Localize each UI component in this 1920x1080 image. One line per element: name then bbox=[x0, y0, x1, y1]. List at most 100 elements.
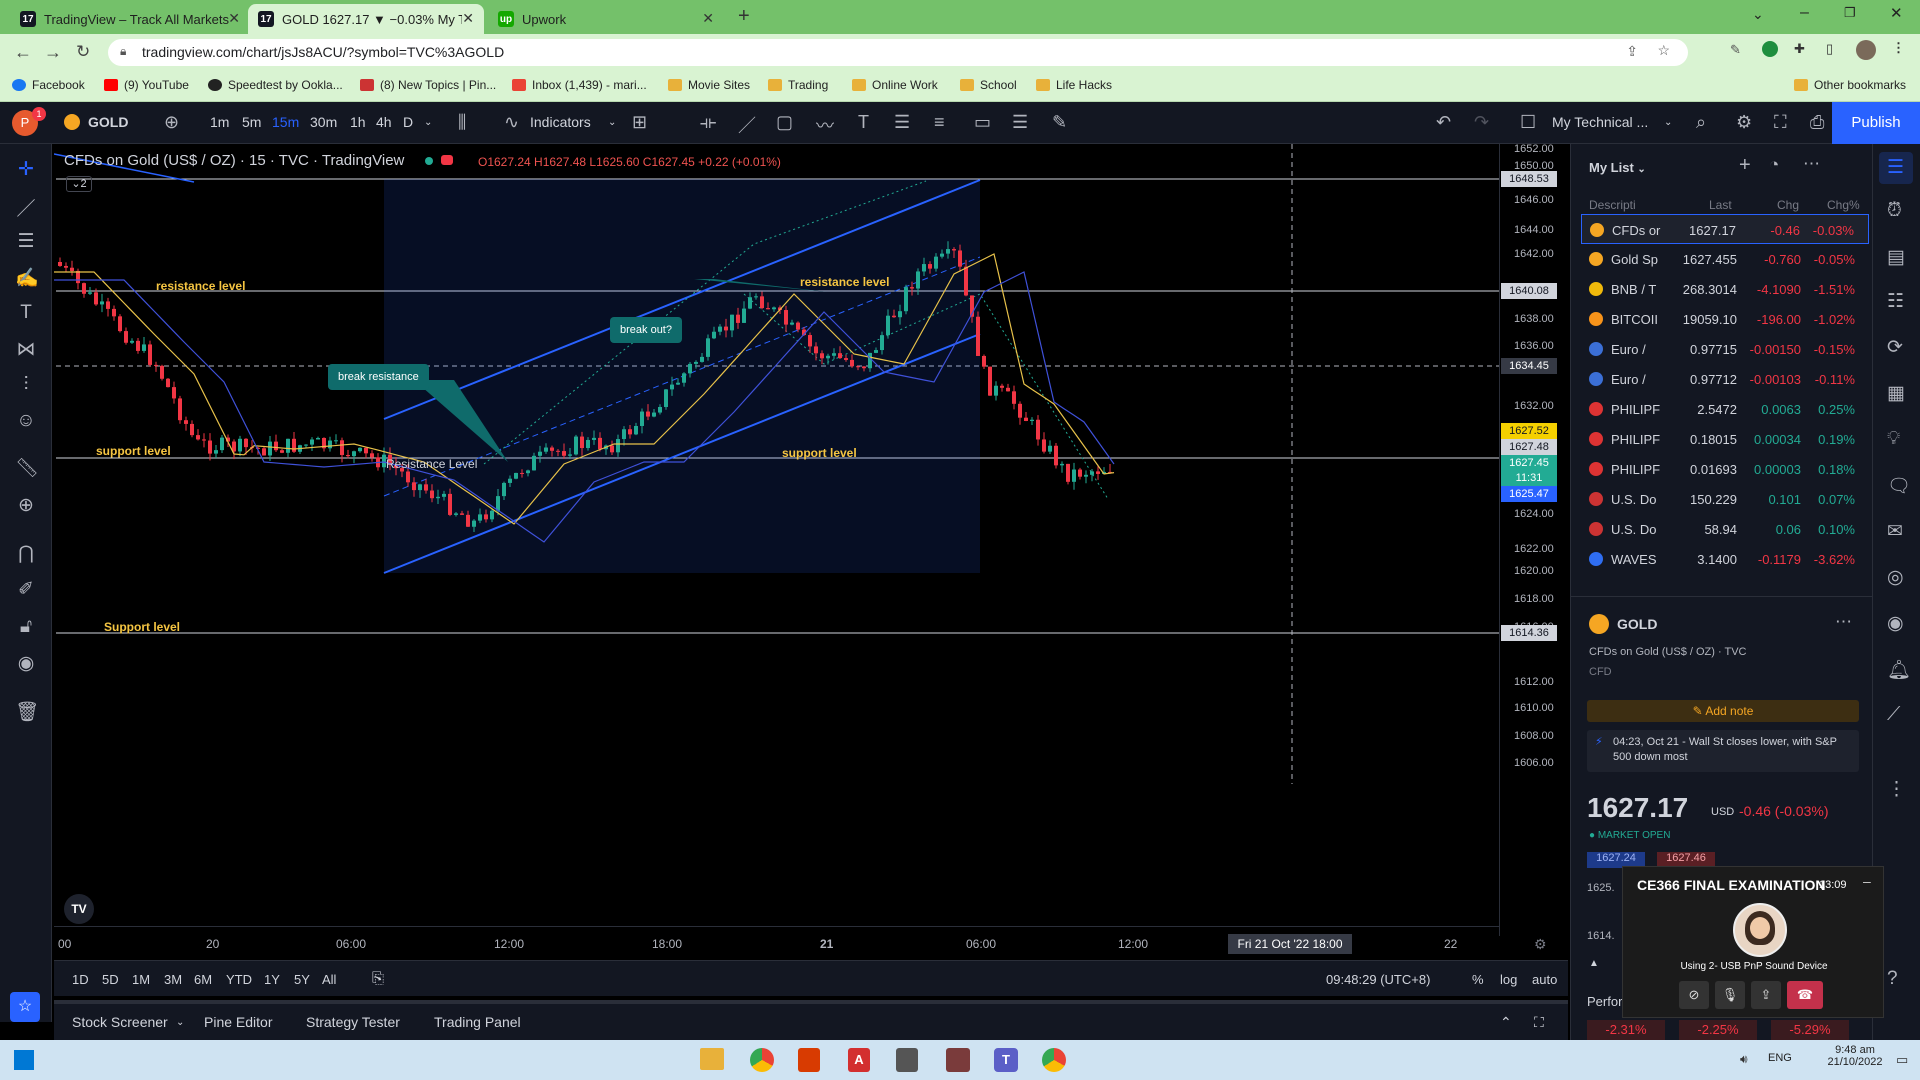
horizontal-line-icon[interactable]: ⟛ bbox=[700, 112, 716, 133]
tradingview-logo-icon[interactable]: TV bbox=[64, 894, 94, 924]
watchlist-row[interactable]: U.S. Do 150.229 0.101 0.07% bbox=[1581, 484, 1869, 514]
bookmark-folder-school[interactable]: School bbox=[960, 78, 1017, 92]
legend-collapse-button[interactable]: ⌄2 bbox=[66, 176, 92, 192]
perf-cell[interactable]: -2.31% bbox=[1587, 1020, 1665, 1040]
bookmark-folder-online-work[interactable]: Online Work bbox=[852, 78, 938, 92]
bookmark-star-icon[interactable]: ☆ bbox=[1657, 42, 1670, 59]
goto-date-icon[interactable]: ⎘ bbox=[372, 970, 384, 987]
auto-scale-toggle[interactable]: auto bbox=[1532, 972, 1557, 987]
advanced-view-icon[interactable]: ◔ bbox=[1769, 155, 1779, 175]
brush-icon[interactable]: ✎ bbox=[1052, 112, 1067, 133]
range-ytd[interactable]: YTD bbox=[226, 972, 252, 987]
favorites-star-icon[interactable]: ☆ bbox=[10, 992, 40, 1022]
watchlist-row[interactable]: PHILIPF 0.01693 0.00003 0.18% bbox=[1581, 454, 1869, 484]
data-window-icon[interactable]: ▤ bbox=[1887, 246, 1905, 269]
stay-in-drawing-icon[interactable]: ✐ bbox=[15, 578, 37, 601]
language-indicator[interactable]: ENG bbox=[1768, 1052, 1792, 1064]
mic-off-icon[interactable]: 🎙︎ bbox=[1715, 981, 1745, 1009]
chrome-icon[interactable] bbox=[750, 1048, 774, 1072]
range-1y[interactable]: 1Y bbox=[264, 972, 280, 987]
calendar-icon[interactable]: ▦ bbox=[1887, 382, 1905, 405]
rectangle-icon[interactable]: ▢ bbox=[776, 112, 793, 133]
watchlist-row[interactable]: Euro / 0.97715 -0.00150 -0.15% bbox=[1581, 334, 1869, 364]
watchlist-row[interactable]: WAVES 3.1400 -0.1179 -3.62% bbox=[1581, 544, 1869, 574]
forward-icon[interactable]: → bbox=[44, 42, 62, 63]
range-5d[interactable]: 5D bbox=[102, 972, 119, 987]
watchlist-title[interactable]: My List ⌄ bbox=[1589, 160, 1646, 175]
fib-tool-icon[interactable]: ☰ bbox=[15, 230, 37, 253]
watchlist-row[interactable]: Gold Sp 1627.455 -0.760 -0.05% bbox=[1581, 244, 1869, 274]
chart-pane[interactable]: CFDs on Gold (US$ / OZ) · 15 · TVC · Tra… bbox=[54, 143, 1568, 954]
support-label-bottom[interactable]: Support level bbox=[104, 620, 180, 634]
support-label-left[interactable]: support level bbox=[96, 444, 171, 458]
hide-drawings-icon[interactable]: ◉ bbox=[15, 652, 37, 675]
channel-icon[interactable]: ≡ bbox=[934, 112, 945, 133]
emoji-icon[interactable]: ☺ bbox=[15, 410, 37, 432]
pen-extension-icon[interactable]: ✎ bbox=[1730, 42, 1741, 58]
close-tab-icon[interactable]: ✕ bbox=[462, 10, 474, 27]
settings-gear-icon[interactable]: ⚙ bbox=[1736, 112, 1752, 133]
camera-icon[interactable]: ⎙ bbox=[1810, 112, 1824, 133]
watchlist-row[interactable]: CFDs or 1627.17 -0.46 -0.03% bbox=[1581, 214, 1869, 244]
bookmark-speedtest[interactable]: Speedtest by Ookla... bbox=[208, 78, 343, 92]
interval-15m[interactable]: 15m bbox=[272, 114, 299, 130]
range-6m[interactable]: 6M bbox=[194, 972, 212, 987]
dom-icon[interactable]: ⋮ bbox=[1887, 778, 1906, 801]
expand-panel-icon[interactable]: ⌃ bbox=[1500, 1014, 1512, 1031]
extensions-puzzle-icon[interactable]: ✚ bbox=[1794, 41, 1805, 57]
break-out-callout[interactable]: break out? bbox=[610, 317, 682, 343]
candle-type-icon[interactable]: ⫼ bbox=[458, 112, 466, 133]
bookmark-folder-trading[interactable]: Trading bbox=[768, 78, 828, 92]
tab-pine-editor[interactable]: Pine Editor bbox=[204, 1014, 272, 1030]
interval-dropdown-icon[interactable]: ⌄ bbox=[424, 117, 432, 128]
new-tab-icon[interactable]: + bbox=[738, 5, 750, 28]
callout-icon[interactable]: ▭ bbox=[974, 112, 991, 133]
chats-icon[interactable]: 🗨︎ bbox=[1887, 474, 1911, 498]
camera-off-icon[interactable]: ⊘ bbox=[1679, 981, 1709, 1009]
indicators-button[interactable]: Indicators bbox=[530, 114, 591, 130]
watchlist-row[interactable]: PHILIPF 0.18015 0.00034 0.19% bbox=[1581, 424, 1869, 454]
acrobat-icon[interactable]: A bbox=[848, 1048, 870, 1072]
ideas-bulb-icon[interactable]: 💡︎ bbox=[1887, 428, 1900, 450]
extension-icon[interactable] bbox=[1762, 41, 1778, 57]
teams-icon[interactable]: T bbox=[994, 1048, 1018, 1072]
meeting-popup[interactable]: CE366 FINAL EXAMINATION 13:09 – Using 2-… bbox=[1622, 866, 1884, 1018]
windows-start-icon[interactable] bbox=[14, 1050, 34, 1070]
more-options-icon[interactable]: ⋯ bbox=[1803, 154, 1820, 174]
url-field[interactable]: 🔒︎ tradingview.com/chart/jsJs8ACU/?symbo… bbox=[108, 39, 1688, 66]
close-tab-icon[interactable]: ✕ bbox=[228, 10, 240, 27]
share-icon[interactable]: ⇪ bbox=[1626, 43, 1638, 60]
col-header-description[interactable]: Descripti bbox=[1589, 198, 1636, 212]
layouts-grid-icon[interactable]: ⊞ bbox=[632, 112, 647, 133]
browser-menu-icon[interactable]: ⋮ bbox=[1892, 40, 1905, 56]
calendar-cycle-icon[interactable]: ⟳ bbox=[1887, 336, 1903, 359]
add-note-button[interactable]: ✎ Add note bbox=[1587, 700, 1859, 722]
game-icon[interactable] bbox=[946, 1048, 970, 1072]
tab-strategy-tester[interactable]: Strategy Tester bbox=[306, 1014, 400, 1030]
volume-icon[interactable]: 🔊︎ bbox=[1740, 1052, 1748, 1067]
clock-timezone[interactable]: 09:48:29 (UTC+8) bbox=[1326, 972, 1430, 987]
chrome-icon-2[interactable] bbox=[1042, 1048, 1066, 1072]
browser-tab-upwork[interactable]: up Upwork ✕ bbox=[488, 4, 724, 34]
hotlists-icon[interactable]: ☷ bbox=[1887, 290, 1904, 313]
chart-canvas[interactable] bbox=[54, 144, 1568, 936]
resistance-label-left[interactable]: resistance level bbox=[156, 279, 245, 293]
compare-symbol-icon[interactable]: ⊕ bbox=[164, 112, 179, 133]
log-scale-toggle[interactable]: log bbox=[1500, 972, 1517, 987]
range-5y[interactable]: 5Y bbox=[294, 972, 310, 987]
maximize-panel-icon[interactable]: ⛶ bbox=[1534, 1014, 1544, 1031]
interval-5m[interactable]: 5m bbox=[242, 114, 261, 130]
browser-tab-tradingview[interactable]: 17 TradingView – Track All Markets ✕ bbox=[10, 4, 250, 34]
symbol-search[interactable]: GOLD bbox=[88, 114, 128, 130]
bookmark-facebook[interactable]: Facebook bbox=[12, 78, 85, 92]
bookmark-youtube[interactable]: (9) YouTube bbox=[104, 78, 189, 92]
fib-icon[interactable]: ☰ bbox=[894, 112, 910, 133]
col-header-chg[interactable]: Chg bbox=[1777, 198, 1799, 212]
price-axis[interactable] bbox=[1499, 144, 1568, 936]
resistance-label-right[interactable]: resistance level bbox=[800, 275, 889, 289]
magnet-icon[interactable]: ⋂ bbox=[15, 542, 37, 565]
break-resistance-callout[interactable]: break resistance bbox=[328, 364, 429, 390]
watchlist-row[interactable]: Euro / 0.97712 -0.00103 -0.11% bbox=[1581, 364, 1869, 394]
zoom-in-icon[interactable]: ⊕ bbox=[15, 494, 37, 517]
screener-dropdown-icon[interactable]: ⌄ bbox=[176, 1017, 184, 1028]
